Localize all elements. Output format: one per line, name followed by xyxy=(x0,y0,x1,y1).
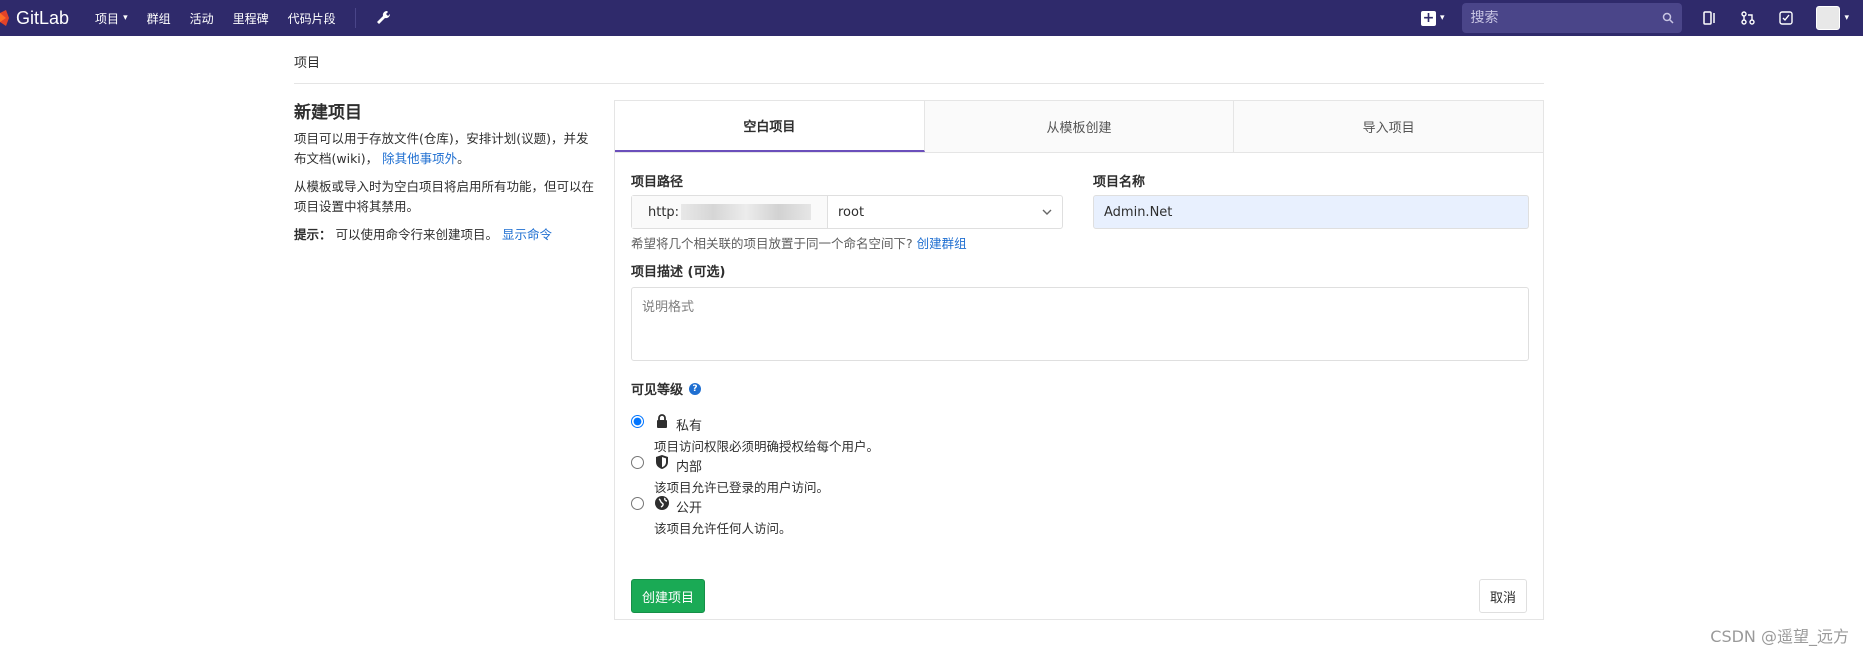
nav-item-label: 群组 xyxy=(146,11,171,26)
public-radio[interactable] xyxy=(631,497,644,510)
visibility-description: 该项目允许已登录的用户访问。 xyxy=(654,480,830,495)
page-title: 新建项目 xyxy=(294,103,362,123)
chevron-down-icon: ▾ xyxy=(1844,13,1849,23)
project-path-group: http: root xyxy=(631,195,1063,229)
shield-icon xyxy=(656,455,668,469)
visibility-description: 项目访问权限必须明确授权给每个用户。 xyxy=(654,439,880,454)
chevron-down-icon: ▾ xyxy=(1439,13,1445,23)
user-menu[interactable]: ▾ xyxy=(1816,6,1849,30)
create-group-link[interactable]: 创建群组 xyxy=(917,236,967,251)
project-description-input[interactable] xyxy=(631,287,1529,361)
hint-text: 希望将几个相关联的项目放置于同一个命名空间下? xyxy=(631,236,913,251)
tab-bar: 空白项目 从模板创建 导入项目 xyxy=(615,101,1543,153)
search-input[interactable] xyxy=(1470,10,1663,26)
tab-import-project[interactable]: 导入项目 xyxy=(1234,101,1543,152)
internal-radio[interactable] xyxy=(631,456,644,469)
tanuki-icon xyxy=(0,10,9,26)
show-command-link[interactable]: 显示命令 xyxy=(502,227,552,242)
tab-from-template[interactable]: 从模板创建 xyxy=(925,101,1235,152)
wrench-icon[interactable] xyxy=(376,10,392,26)
redacted-url xyxy=(681,204,812,220)
description-label: 项目描述 (可选) xyxy=(631,265,726,280)
nav-item-activity[interactable]: 活动 xyxy=(190,10,214,27)
plus-icon: + xyxy=(1420,9,1436,26)
nav-item-snippets[interactable]: 代码片段 xyxy=(288,10,336,27)
tip-paragraph: 提示： 可以使用命令行来创建项目。 显示命令 xyxy=(294,225,594,245)
merge-request-icon[interactable] xyxy=(1740,10,1756,26)
nav-item-label: 项目 xyxy=(95,11,120,26)
tip-label: 提示： xyxy=(294,227,332,242)
brand-name: GitLab xyxy=(16,7,70,28)
intro-end: 。 xyxy=(457,151,470,166)
url-prefix-text: http: xyxy=(648,204,680,220)
lock-icon xyxy=(657,414,667,428)
search-icon[interactable] xyxy=(1662,12,1674,24)
visibility-description: 该项目允许任何人访问。 xyxy=(654,521,792,536)
visibility-option-public[interactable]: 公开该项目允许任何人访问。 xyxy=(631,495,792,537)
nav-item-label: 代码片段 xyxy=(287,11,336,26)
new-project-panel: 空白项目 从模板创建 导入项目 项目路径 项目名称 http: root 希望将… xyxy=(614,100,1544,620)
panel-toggle-icon[interactable] xyxy=(1702,10,1718,26)
gitlab-logo[interactable]: GitLab xyxy=(0,0,69,36)
visibility-option-internal[interactable]: 内部该项目允许已登录的用户访问。 xyxy=(631,454,829,496)
help-icon[interactable]: ? xyxy=(689,382,702,395)
breadcrumb-divider xyxy=(294,83,1544,84)
nav-divider xyxy=(354,8,356,28)
breadcrumb[interactable]: 项目 xyxy=(294,52,320,71)
watermark: CSDN @遥望_远方 xyxy=(1710,627,1849,646)
visibility-option-private[interactable]: 私有项目访问权限必须明确授权给每个用户。 xyxy=(631,413,879,455)
features-paragraph: 从模板或导入时为空白项目将启用所有功能，但可以在项目设置中将其禁用。 xyxy=(294,179,595,214)
nav-item-projects[interactable]: 项目 ▾ xyxy=(95,10,128,27)
cancel-button[interactable]: 取消 xyxy=(1478,579,1527,613)
nav-item-label: 里程碑 xyxy=(232,11,269,26)
private-radio[interactable] xyxy=(631,415,644,428)
project-name-input[interactable] xyxy=(1093,195,1529,229)
visibility-label-text: 可见等级 xyxy=(631,383,684,398)
tip-text: 可以使用命令行来创建项目。 xyxy=(335,227,499,242)
nav-item-label: 活动 xyxy=(189,11,214,26)
path-prefix: http: xyxy=(632,196,828,228)
visibility-title: 内部 xyxy=(676,460,703,475)
nav-item-milestones[interactable]: 里程碑 xyxy=(233,10,269,27)
path-label: 项目路径 xyxy=(631,175,684,190)
intro-column: 新建项目 项目可以用于存放文件(仓库)，安排计划(议题)，并发布文档(wiki)… xyxy=(294,98,594,253)
globe-icon xyxy=(655,496,669,510)
chevron-down-icon: ▾ xyxy=(123,13,128,23)
namespace-value: root xyxy=(838,204,865,220)
intro-paragraph: 项目可以用于存放文件(仓库)，安排计划(议题)，并发布文档(wiki)， 除其他… xyxy=(294,129,594,169)
name-label: 项目名称 xyxy=(1093,175,1146,190)
create-project-button[interactable]: 创建项目 xyxy=(631,579,706,613)
tab-blank-project[interactable]: 空白项目 xyxy=(615,101,925,152)
top-navbar: GitLab 项目▾ 群组 活动 里程碑 代码片段 + ▾ ▾ xyxy=(0,0,1863,36)
namespace-select[interactable]: root xyxy=(828,196,1062,228)
namespace-hint: 希望将几个相关联的项目放置于同一个命名空间下? 创建群组 xyxy=(631,233,967,252)
nav-item-groups[interactable]: 群组 xyxy=(147,10,171,27)
new-dropdown-button[interactable]: + ▾ xyxy=(1420,9,1445,26)
visibility-label: 可见等级? xyxy=(631,379,702,398)
other-features-link[interactable]: 除其他事项外 xyxy=(382,151,457,166)
todo-icon[interactable] xyxy=(1778,10,1794,26)
visibility-title: 私有 xyxy=(676,419,703,434)
search-box xyxy=(1462,3,1683,33)
avatar xyxy=(1816,6,1841,30)
chevron-down-icon xyxy=(1042,209,1052,215)
visibility-title: 公开 xyxy=(676,501,703,516)
